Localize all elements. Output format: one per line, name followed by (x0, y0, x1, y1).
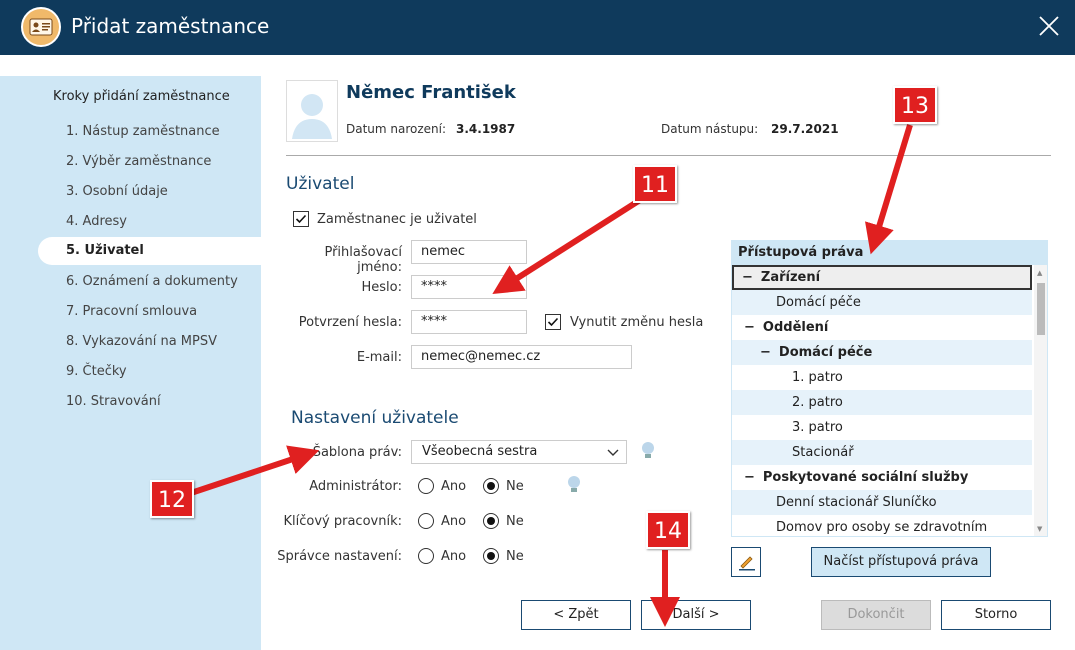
template-select[interactable]: Všeobecná sestra (411, 440, 627, 464)
step-vyber[interactable]: 2. Výběr zaměstnance (38, 148, 261, 176)
employee-name: Němec František (346, 82, 516, 103)
confirm-password-input[interactable]: **** (411, 310, 527, 334)
password-label: Heslo: (361, 280, 403, 295)
tree-row[interactable]: Denní stacionář Sluníčko (732, 490, 1032, 515)
settings-admin-yes-label: Ano (441, 549, 467, 564)
password-input[interactable]: **** (411, 275, 527, 299)
collapse-icon[interactable]: − (760, 345, 771, 360)
callout-14: 14 (646, 511, 690, 549)
settings-admin-no-radio[interactable] (483, 548, 499, 564)
collapse-icon[interactable]: − (742, 270, 753, 285)
callout-11: 11 (633, 165, 677, 203)
close-icon[interactable] (1037, 14, 1061, 38)
user-section-title: Uživatel (286, 174, 355, 194)
key-worker-yes-label: Ano (441, 514, 467, 529)
settings-admin-label: Správce nastavení: (277, 549, 402, 564)
lightbulb-icon[interactable] (566, 475, 582, 499)
admin-label: Administrátor: (309, 479, 402, 494)
cancel-button[interactable]: Storno (941, 600, 1051, 630)
scrollbar-thumb[interactable] (1037, 283, 1045, 335)
collapse-icon[interactable]: − (744, 470, 755, 485)
access-rights-header: Přístupová práva (732, 241, 1047, 265)
birth-date-value: 3.4.1987 (456, 122, 516, 136)
settings-admin-no-label: Ne (506, 549, 524, 564)
force-change-checkbox[interactable] (545, 314, 561, 330)
chevron-down-icon (606, 445, 620, 467)
arrow-13 (865, 124, 913, 255)
tree-scrollbar[interactable]: ▲ ▼ (1034, 265, 1047, 536)
key-worker-yes-radio[interactable] (418, 513, 434, 529)
login-input[interactable]: nemec (411, 240, 527, 264)
scroll-up-icon[interactable]: ▲ (1037, 269, 1042, 277)
key-worker-label: Klíčový pracovník: (283, 514, 403, 529)
step-osobni-udaje[interactable]: 3. Osobní údaje (38, 178, 261, 206)
tree-row[interactable]: Domácí péče (732, 290, 1032, 315)
admin-no-radio[interactable] (483, 478, 499, 494)
tree-row[interactable]: − Domácí péče (732, 340, 1032, 365)
avatar (286, 80, 338, 142)
tree-row[interactable]: − Poskytované sociální služby (732, 465, 1032, 490)
is-user-label: Zaměstnanec je uživatel (317, 212, 477, 227)
template-label: Šablona práv: (312, 445, 402, 460)
callout-13: 13 (893, 86, 937, 124)
admin-yes-radio[interactable] (418, 478, 434, 494)
template-selected: Všeobecná sestra (422, 444, 538, 459)
key-worker-no-radio[interactable] (483, 513, 499, 529)
next-button[interactable]: Další > (641, 600, 751, 630)
tree-row[interactable]: 1. patro (732, 365, 1032, 390)
callout-12: 12 (150, 480, 194, 518)
tree-row[interactable]: Stacionář (732, 440, 1032, 465)
steps-title: Kroky přidání zaměstnance (53, 89, 230, 104)
step-adresy[interactable]: 4. Adresy (38, 208, 261, 236)
force-change-label: Vynutit změnu hesla (570, 315, 704, 330)
tree-row[interactable]: − Zařízení (732, 265, 1032, 290)
title-bar: Přidat zaměstnance (0, 0, 1075, 55)
employee-badge-icon (21, 7, 61, 47)
step-oznameni[interactable]: 6. Oznámení a dokumenty (38, 268, 261, 296)
start-date-label: Datum nástupu: (661, 122, 759, 136)
email-label: E-mail: (356, 350, 402, 365)
edit-rights-button[interactable] (731, 547, 761, 577)
key-worker-no-label: Ne (506, 514, 524, 529)
tree-row[interactable]: − Oddělení (732, 315, 1032, 340)
step-ctecky[interactable]: 9. Čtečky (38, 358, 261, 386)
tree-row[interactable]: 3. patro (732, 415, 1032, 440)
steps-sidebar: Kroky přidání zaměstnance 1. Nástup zamě… (0, 76, 261, 426)
step-pracovni-smlouva[interactable]: 7. Pracovní smlouva (38, 298, 261, 326)
step-uzivatel[interactable]: 5. Uživatel (38, 237, 261, 265)
step-nastup[interactable]: 1. Nástup zaměstnance (38, 118, 261, 146)
back-button[interactable]: < Zpět (521, 600, 631, 630)
start-date-value: 29.7.2021 (771, 122, 839, 136)
admin-no-label: Ne (506, 479, 524, 494)
settings-section-title: Nastavení uživatele (291, 408, 459, 428)
step-stravovani[interactable]: 10. Stravování (38, 388, 261, 416)
finish-button: Dokončit (821, 600, 931, 630)
load-rights-button[interactable]: Načíst přístupová práva (811, 547, 991, 577)
confirm-password-label: Potvrzení hesla: (298, 315, 402, 330)
access-rights-tree: Přístupová práva − Zařízení Domácí péče −… (731, 240, 1048, 537)
is-user-checkbox[interactable] (293, 211, 309, 227)
sidebar-filler (0, 426, 261, 650)
window-title: Přidat zaměstnance (71, 14, 270, 38)
admin-yes-label: Ano (441, 479, 467, 494)
birth-date-label: Datum narození: (346, 122, 447, 136)
divider (286, 155, 1051, 156)
email-input[interactable]: nemec@nemec.cz (411, 345, 632, 369)
login-label: Přihlašovací jméno: (324, 245, 402, 275)
tree-row[interactable]: 2. patro (732, 390, 1032, 415)
step-vykazovani[interactable]: 8. Vykazování na MPSV (38, 328, 261, 356)
tree-row[interactable]: Domov pro osoby se zdravotním postiže... (732, 515, 1032, 536)
scroll-down-icon[interactable]: ▼ (1037, 525, 1042, 533)
lightbulb-icon[interactable] (640, 441, 656, 465)
collapse-icon[interactable]: − (744, 320, 755, 335)
settings-admin-yes-radio[interactable] (418, 548, 434, 564)
